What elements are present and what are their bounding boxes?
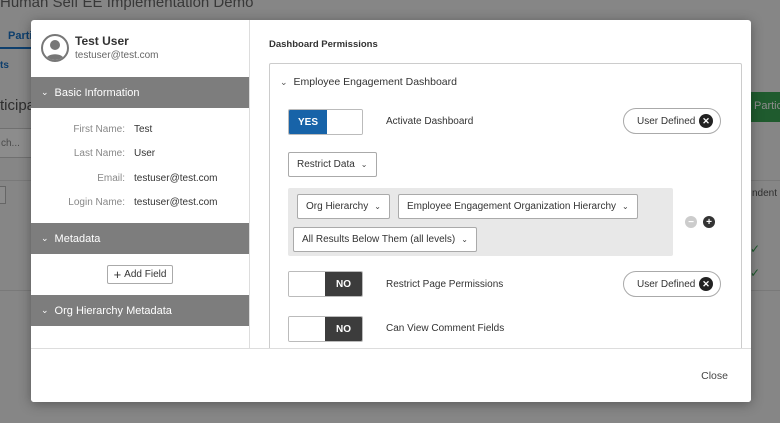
field-label: First Name: [73,123,125,135]
pill-label: User Defined [637,115,696,127]
dashboard-name-toggle[interactable]: ⌄ Employee Engagement Dashboard [280,76,457,88]
field-row-first-name: First Name: Test [31,117,249,142]
dashboard-permissions-panel: Dashboard Permissions ⌄ Employee Engagem… [250,20,751,348]
scope-dropdown[interactable]: All Results Below Them (all levels) ⌄ [293,227,477,252]
chevron-down-icon: ⌄ [374,202,381,211]
field-row-email: Email: testuser@test.com [31,166,249,191]
chevron-down-icon: ⌄ [622,202,629,211]
toggle-no: NO [325,317,362,341]
dashboard-name: Employee Engagement Dashboard [293,76,457,88]
field-row-login-name: Login Name: testuser@test.com [31,191,249,216]
section-label: Org Hierarchy Metadata [54,304,172,317]
dropdown-label: Restrict Data [297,159,355,170]
toggle-blank [289,272,325,296]
user-details-panel: Test User testuser@test.com ⌄ Basic Info… [31,20,250,348]
view-comment-fields-label: Can View Comment Fields [386,323,505,334]
org-hierarchy-dropdown[interactable]: Org Hierarchy ⌄ [297,194,390,219]
field-value: Test [134,123,153,135]
activate-dashboard-toggle[interactable]: YES [288,109,363,135]
field-label: Login Name: [68,197,125,209]
section-label: Basic Information [54,86,140,99]
toggle-blank [289,317,325,341]
modal-footer: Close [31,348,751,402]
restrict-page-permissions-toggle[interactable]: NO [288,271,363,297]
section-label: Metadata [54,232,101,245]
toggle-yes: YES [289,110,327,134]
hierarchy-value-dropdown[interactable]: Employee Engagement Organization Hierarc… [398,194,638,219]
plus-icon: + [113,267,122,282]
chevron-down-icon: ⌄ [280,76,288,87]
chevron-down-icon: ⌄ [41,87,49,97]
field-value: testuser@test.com [134,197,218,209]
dropdown-label: Employee Engagement Organization Hierarc… [407,201,616,212]
metadata-body: + Add Field [31,254,249,295]
user-defined-pill[interactable]: User Defined ✕ [623,271,721,297]
dropdown-label: Org Hierarchy [306,201,369,212]
activate-dashboard-label: Activate Dashboard [386,116,474,127]
avatar-icon [41,34,69,62]
chevron-down-icon: ⌄ [41,305,49,315]
toggle-no: NO [325,272,362,296]
view-comment-fields-toggle[interactable]: NO [288,316,363,342]
restrict-data-dropdown[interactable]: Restrict Data ⌄ [288,152,377,177]
field-label: Email: [97,172,125,184]
pill-label: User Defined [637,278,696,290]
user-defined-pill[interactable]: User Defined ✕ [623,108,721,134]
restrict-page-permissions-label: Restrict Page Permissions [386,279,504,290]
field-value: User [134,148,156,160]
section-metadata[interactable]: ⌄ Metadata [31,223,249,254]
close-icon[interactable]: ✕ [699,277,713,291]
basic-information-fields: First Name: Test Last Name: User Email: … [31,108,249,223]
remove-filter-icon[interactable]: − [685,216,697,228]
add-filter-icon[interactable]: + [703,216,715,228]
dashboard-permission-card: ⌄ Employee Engagement Dashboard YES Acti… [269,63,742,348]
user-permissions-modal: Test User testuser@test.com ⌄ Basic Info… [31,20,751,402]
user-email: testuser@test.com [75,50,159,61]
section-org-hierarchy-metadata[interactable]: ⌄ Org Hierarchy Metadata [31,295,249,326]
field-label: Last Name: [73,148,125,160]
dropdown-label: All Results Below Them (all levels) [302,234,456,245]
chevron-down-icon: ⌄ [41,233,49,243]
field-row-last-name: Last Name: User [31,142,249,167]
toggle-blank [327,110,362,134]
section-basic-information[interactable]: ⌄ Basic Information [31,77,249,108]
chevron-down-icon: ⌄ [461,235,468,244]
field-value: testuser@test.com [134,172,218,184]
user-name: Test User [75,34,129,48]
dashboard-permissions-title: Dashboard Permissions [269,39,378,50]
close-icon[interactable]: ✕ [699,114,713,128]
close-button[interactable]: Close [701,370,728,382]
add-field-label: Add Field [124,269,167,280]
chevron-down-icon: ⌄ [360,160,368,169]
add-field-button[interactable]: + Add Field [106,265,174,284]
user-header: Test User testuser@test.com [31,20,249,77]
